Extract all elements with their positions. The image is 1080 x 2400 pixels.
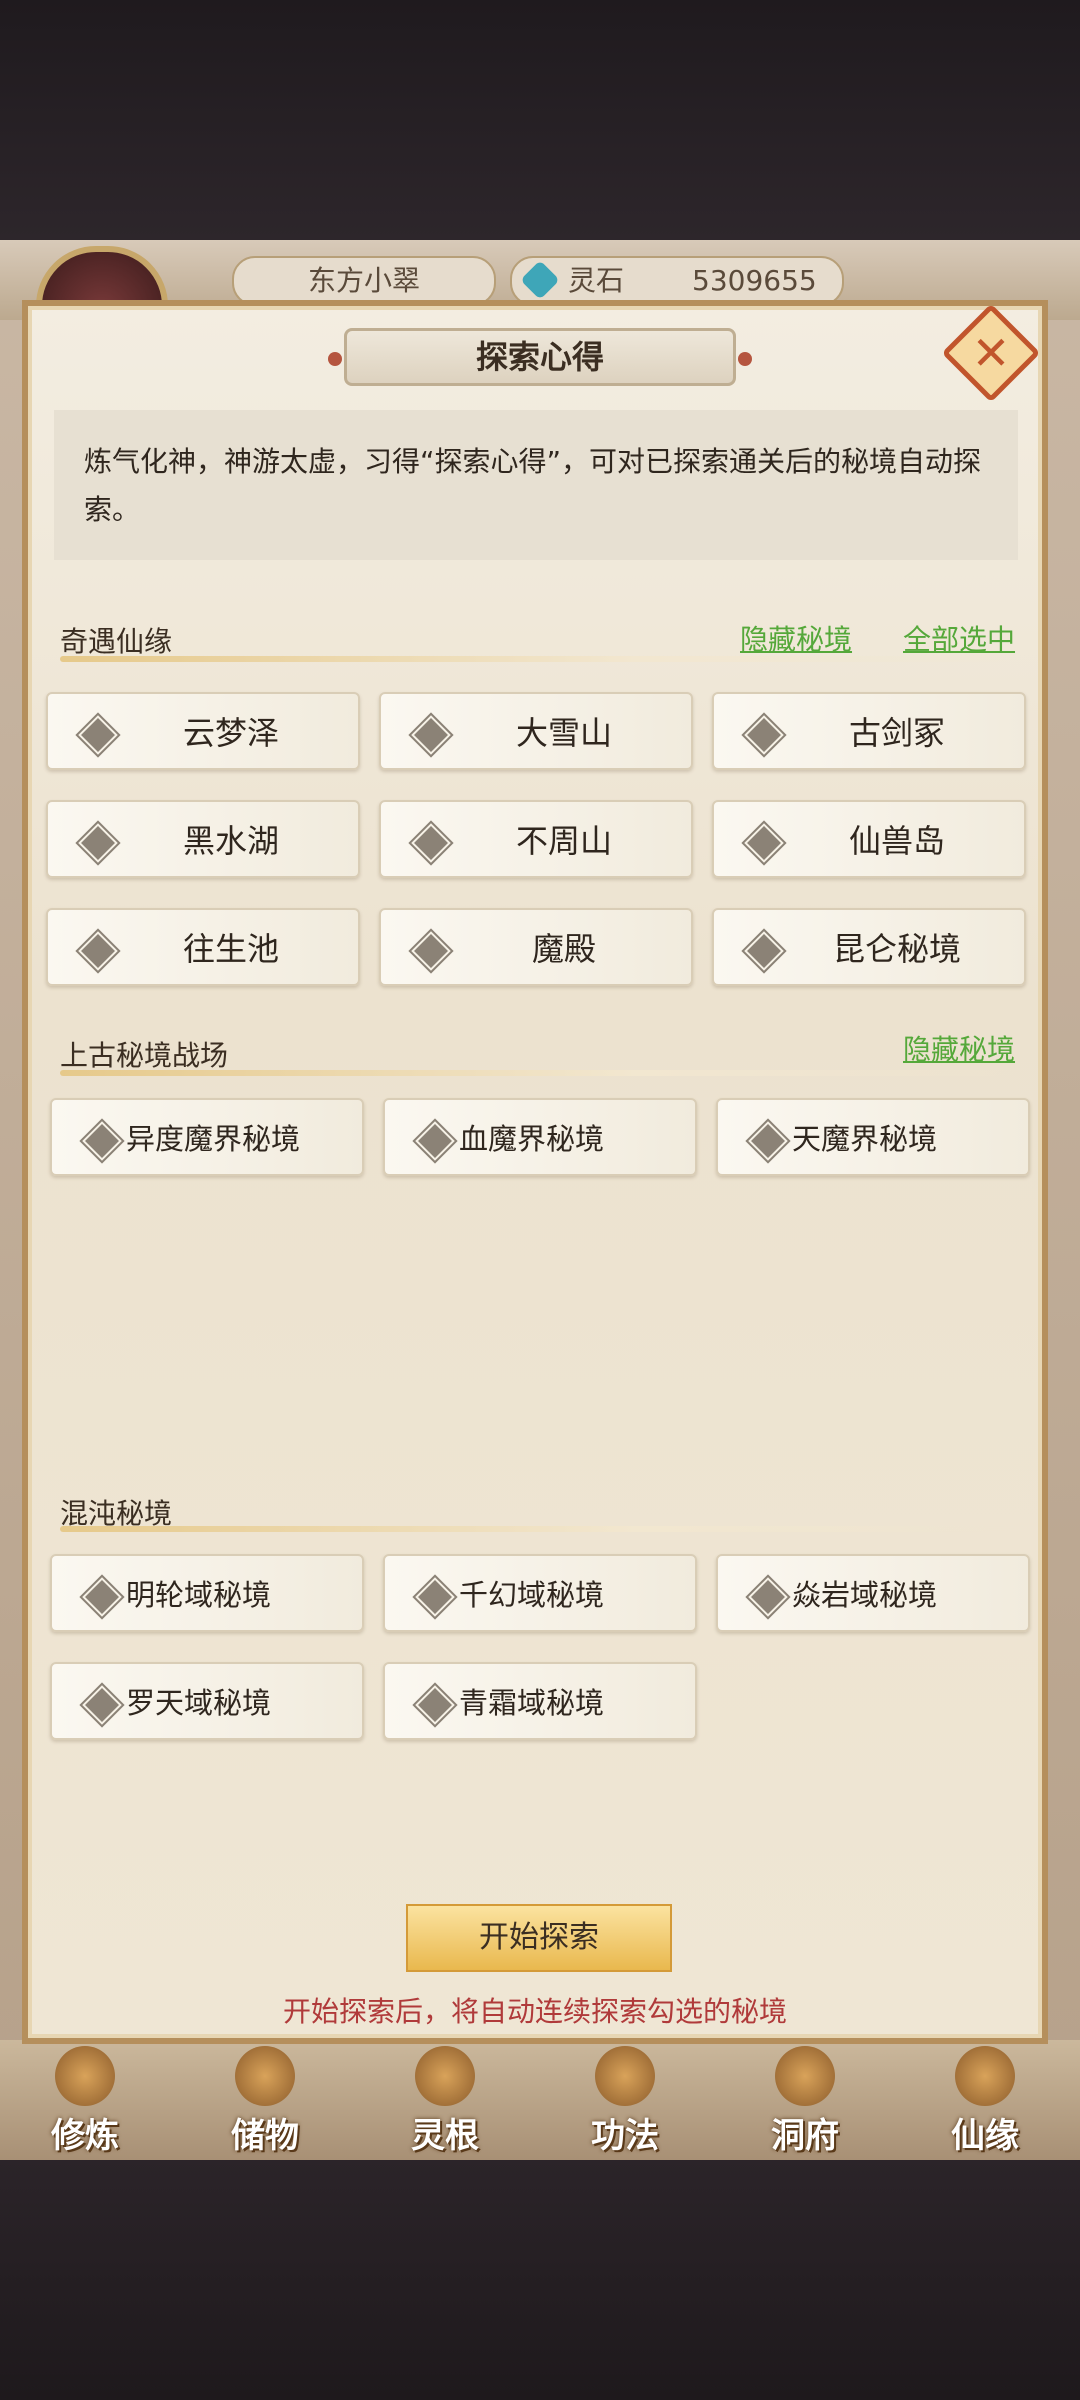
title-ornament-left: [328, 352, 342, 366]
currency-label: 灵石: [568, 264, 625, 297]
start-explore-button[interactable]: 开始探索: [406, 1904, 672, 1972]
technique-icon: [595, 2046, 655, 2106]
nav-label: 仙缘: [951, 2116, 1019, 2156]
cave-dwelling-icon: [775, 2046, 835, 2106]
checkbox-diamond-icon[interactable]: [744, 823, 784, 863]
realm-option[interactable]: 异度魔界秘境: [50, 1098, 364, 1176]
realm-option-label: 异度魔界秘境: [126, 1122, 301, 1156]
realm-option-label: 不周山: [515, 822, 612, 860]
dialog-description: 炼气化神，神游太虚，习得“探索心得”，可对已探索通关后的秘境自动探索。: [54, 410, 1018, 560]
explore-hint: 开始探索后，将自动连续探索勾选的秘境: [282, 1995, 787, 2028]
realm-option-label: 黑水湖: [182, 822, 279, 860]
realm-option-label: 血魔界秘境: [459, 1122, 605, 1156]
fate-icon: [955, 2046, 1015, 2106]
nav-xiulian[interactable]: 修炼: [10, 2040, 160, 2160]
realm-option-label: 罗天域秘境: [126, 1686, 272, 1720]
realm-option[interactable]: 天魔界秘境: [716, 1098, 1030, 1176]
nav-xianyuan[interactable]: 仙缘: [910, 2040, 1060, 2160]
select-all-link[interactable]: 全部选中: [903, 618, 1015, 658]
realm-option[interactable]: 罗天域秘境: [50, 1662, 364, 1740]
realm-option[interactable]: 昆仑秘境: [712, 908, 1026, 986]
checkbox-diamond-icon[interactable]: [78, 823, 118, 863]
realm-option[interactable]: 黑水湖: [46, 800, 360, 878]
spirit-stone-icon: [520, 260, 560, 300]
realm-option-label: 仙兽岛: [848, 822, 945, 860]
section-divider: [60, 656, 1020, 662]
realm-option[interactable]: 云梦泽: [46, 692, 360, 770]
section-divider: [60, 1526, 1020, 1532]
close-icon[interactable]: ✕: [956, 318, 1026, 388]
realm-option[interactable]: 血魔界秘境: [383, 1098, 697, 1176]
nav-label: 修炼: [51, 2116, 119, 2156]
nav-label: 洞府: [771, 2116, 839, 2156]
spirit-root-icon: [415, 2046, 475, 2106]
realm-option[interactable]: 青霜域秘境: [383, 1662, 697, 1740]
realm-option[interactable]: 千幻域秘境: [383, 1554, 697, 1632]
checkbox-diamond-icon[interactable]: [78, 931, 118, 971]
realm-option-label: 天魔界秘境: [792, 1122, 938, 1156]
checkbox-diamond-icon[interactable]: [78, 715, 118, 755]
currency-display: 灵石 5309655: [510, 256, 844, 306]
checkbox-diamond-icon[interactable]: [744, 931, 784, 971]
top-letterbox: [0, 0, 1080, 240]
realm-option-label: 千幻域秘境: [459, 1578, 605, 1612]
realm-option-label: 焱岩域秘境: [792, 1578, 938, 1612]
realm-option[interactable]: 不周山: [379, 800, 693, 878]
dialog-title: 探索心得: [344, 328, 736, 386]
nav-label: 储物: [231, 2116, 299, 2156]
checkbox-diamond-icon[interactable]: [744, 715, 784, 755]
nav-linggen[interactable]: 灵根: [370, 2040, 520, 2160]
realm-option[interactable]: 焱岩域秘境: [716, 1554, 1030, 1632]
nav-label: 功法: [591, 2116, 659, 2156]
nav-label: 灵根: [411, 2116, 479, 2156]
realm-option[interactable]: 仙兽岛: [712, 800, 1026, 878]
currency-value: 5309655: [692, 264, 817, 297]
cultivate-icon: [55, 2046, 115, 2106]
realm-option[interactable]: 明轮域秘境: [50, 1554, 364, 1632]
bag-icon: [235, 2046, 295, 2106]
realm-option[interactable]: 古剑冢: [712, 692, 1026, 770]
hide-realms-link-shanggu[interactable]: 隐藏秘境: [903, 1028, 1015, 1068]
realm-option-label: 云梦泽: [182, 714, 279, 752]
realm-option-label: 大雪山: [515, 714, 612, 752]
nav-chuwu[interactable]: 储物: [190, 2040, 340, 2160]
nav-dongfu[interactable]: 洞府: [730, 2040, 880, 2160]
realm-option-label: 往生池: [182, 930, 279, 968]
realm-option[interactable]: 往生池: [46, 908, 360, 986]
realm-option-label: 昆仑秘境: [832, 930, 961, 968]
checkbox-diamond-icon[interactable]: [411, 931, 451, 971]
title-ornament-right: [738, 352, 752, 366]
checkbox-diamond-icon[interactable]: [411, 823, 451, 863]
hide-realms-link-qiyu[interactable]: 隐藏秘境: [740, 618, 852, 658]
player-name: 东方小翠: [232, 256, 496, 306]
realm-option[interactable]: 魔殿: [379, 908, 693, 986]
realm-option[interactable]: 大雪山: [379, 692, 693, 770]
checkbox-diamond-icon[interactable]: [411, 715, 451, 755]
realm-option-label: 青霜域秘境: [459, 1686, 605, 1720]
bottom-letterbox: [0, 2160, 1080, 2400]
section-title-qiyu: 奇遇仙缘: [60, 625, 173, 658]
section-title-shanggu: 上古秘境战场: [60, 1039, 229, 1072]
realm-option-label: 魔殿: [531, 930, 596, 968]
bottom-nav: 修炼 储物 灵根 功法 洞府 仙缘: [0, 2040, 1080, 2160]
realm-option-label: 明轮域秘境: [126, 1578, 272, 1612]
realm-option-label: 古剑冢: [848, 714, 945, 752]
section-title-hundun: 混沌秘境: [60, 1497, 173, 1530]
nav-gongfa[interactable]: 功法: [550, 2040, 700, 2160]
